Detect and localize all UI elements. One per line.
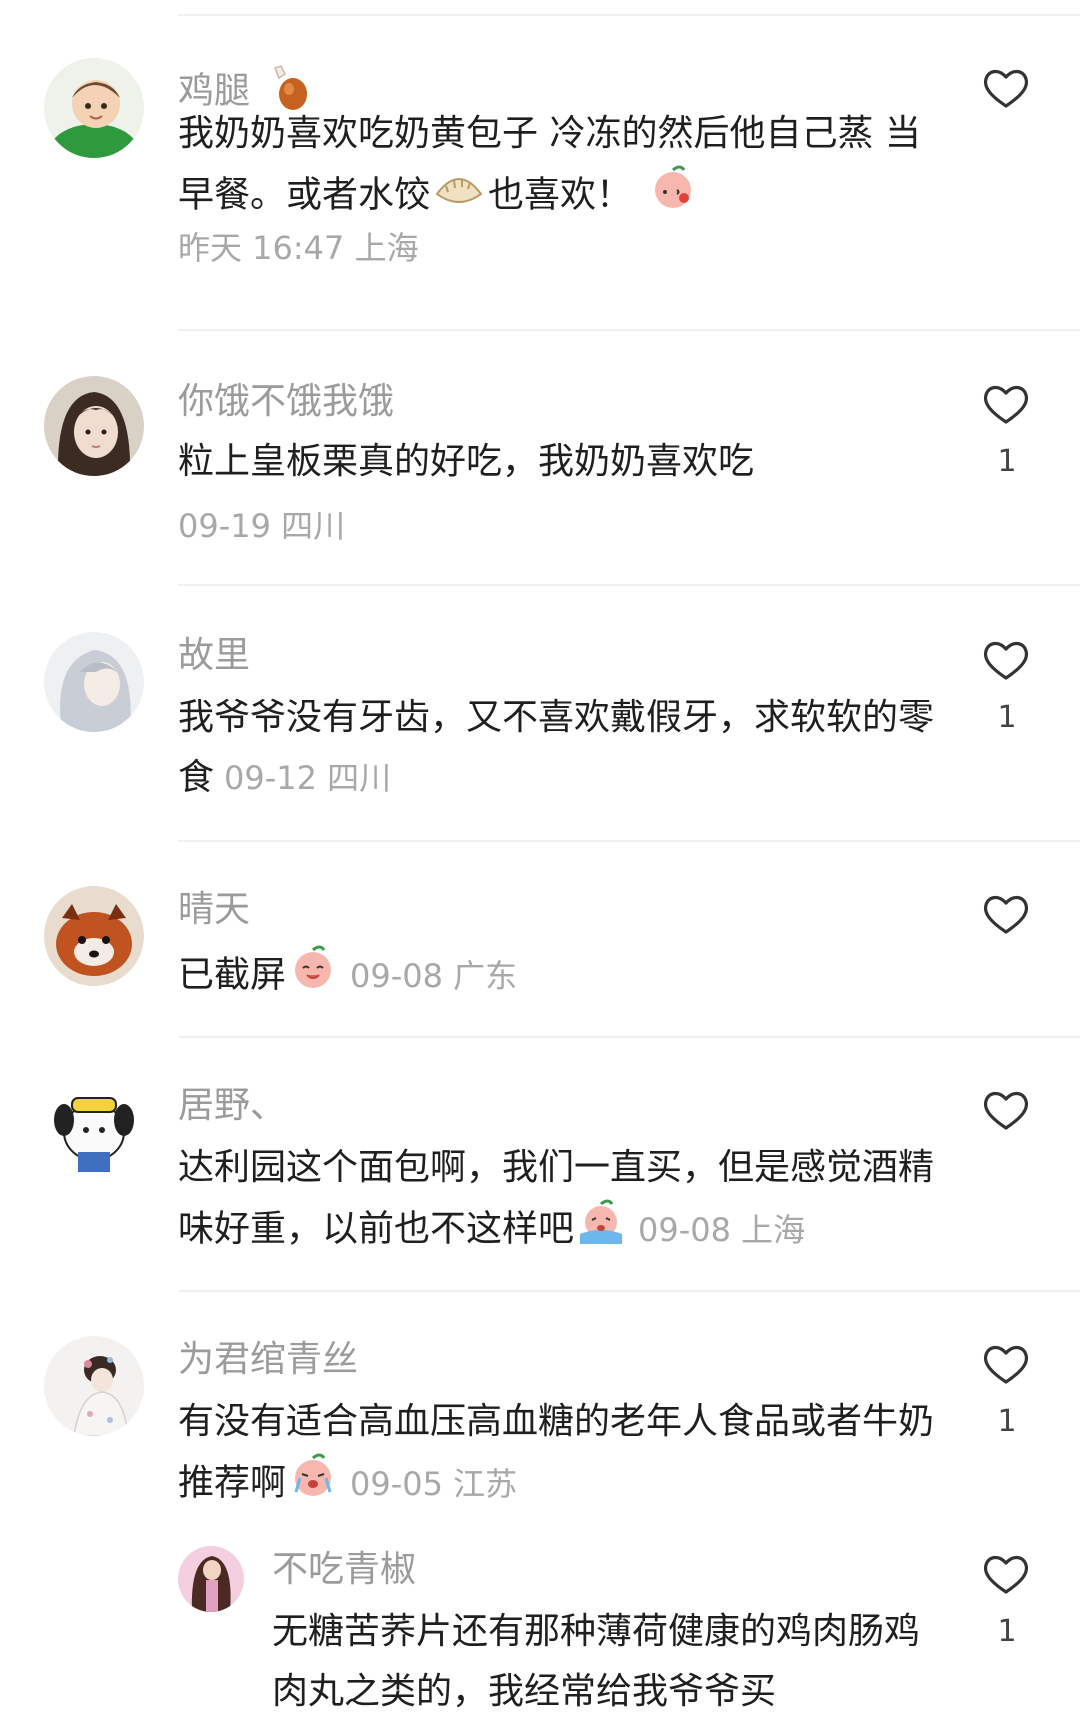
- like-count: 1: [997, 444, 1017, 479]
- like-count: 1: [997, 700, 1017, 735]
- avatar-child-icon: [44, 58, 144, 158]
- username[interactable]: 故里: [178, 634, 250, 678]
- peach-cry-emoji: [578, 1198, 624, 1263]
- heart-outline-icon[interactable]: [982, 892, 1030, 936]
- comment-meta: 09-05 江苏: [350, 1464, 518, 1503]
- avatar[interactable]: [44, 1336, 144, 1436]
- heart-outline-icon[interactable]: [982, 1088, 1030, 1132]
- avatar-hanfu-girl-icon: [44, 1336, 144, 1436]
- divider: [178, 840, 1080, 842]
- avatar[interactable]: [44, 376, 144, 476]
- comment-text: 已截屏 09-08 广东: [178, 944, 938, 1009]
- username[interactable]: 不吃青椒: [272, 1548, 416, 1592]
- heart-outline-icon[interactable]: [982, 382, 1030, 426]
- avatar[interactable]: [44, 886, 144, 986]
- divider: [178, 329, 1080, 331]
- comment-meta: 昨天 16:47 上海: [178, 229, 419, 267]
- divider: [178, 1036, 1080, 1038]
- like-count: 1: [997, 1404, 1017, 1439]
- avatar[interactable]: [44, 58, 144, 158]
- heart-outline-icon[interactable]: [982, 1552, 1030, 1596]
- comment-text: 我奶奶喜欢吃奶黄包子 冷冻的然后他自己蒸 当早餐。或者水饺 也喜欢！: [178, 104, 938, 229]
- comment-text: 有没有适合高血压高血糖的老年人食品或者牛奶推荐啊 09-05 江苏: [178, 1392, 938, 1517]
- avatar[interactable]: [44, 1080, 144, 1180]
- divider: [178, 584, 1080, 586]
- heart-outline-icon[interactable]: [982, 1342, 1030, 1386]
- peach-cry-emoji: [290, 1452, 336, 1517]
- dumpling-emoji: [434, 167, 484, 227]
- username[interactable]: 为君绾青丝: [178, 1338, 358, 1382]
- comment-meta: 09-12 四川: [224, 759, 392, 797]
- heart-outline-icon[interactable]: [982, 66, 1030, 110]
- avatar-silver-hair-icon: [44, 632, 144, 732]
- username[interactable]: 你饿不饿我饿: [178, 380, 394, 424]
- avatar-red-panda-icon: [44, 886, 144, 986]
- username[interactable]: 居野、: [178, 1084, 286, 1128]
- comment-meta: 09-08 上海: [638, 1210, 806, 1249]
- comment-meta: 09-08 广东: [350, 956, 518, 995]
- peach-smile-emoji: [290, 944, 336, 1009]
- comment-text: 我爷爷没有牙齿，又不喜欢戴假牙，求软软的零食 09-12 四川: [178, 697, 935, 798]
- divider: [178, 1290, 1080, 1292]
- comment-meta: 09-19 四川: [178, 507, 346, 545]
- like-count: 1: [997, 1614, 1017, 1649]
- heart-outline-icon[interactable]: [982, 638, 1030, 682]
- avatar[interactable]: [44, 632, 144, 732]
- avatar[interactable]: [178, 1546, 244, 1612]
- comment-text: 达利园这个面包啊，我们一直买，但是感觉酒精味好重，以前也不这样吧 09-08 上海: [178, 1138, 938, 1263]
- comment-text: 无糖苦荞片还有那种薄荷健康的鸡肉肠鸡肉丸之类的，我经常给我爷爷买: [272, 1611, 921, 1712]
- comment-text: 粒上皇板栗真的好吃，我奶奶喜欢吃: [178, 441, 755, 482]
- avatar-cartoon-dog-icon: [44, 1080, 144, 1180]
- avatar-doll-icon: [178, 1546, 244, 1612]
- avatar-girl-icon: [44, 376, 144, 476]
- divider-top: [178, 14, 1080, 16]
- peach-blush-emoji: [650, 164, 696, 229]
- username[interactable]: 晴天: [178, 888, 250, 932]
